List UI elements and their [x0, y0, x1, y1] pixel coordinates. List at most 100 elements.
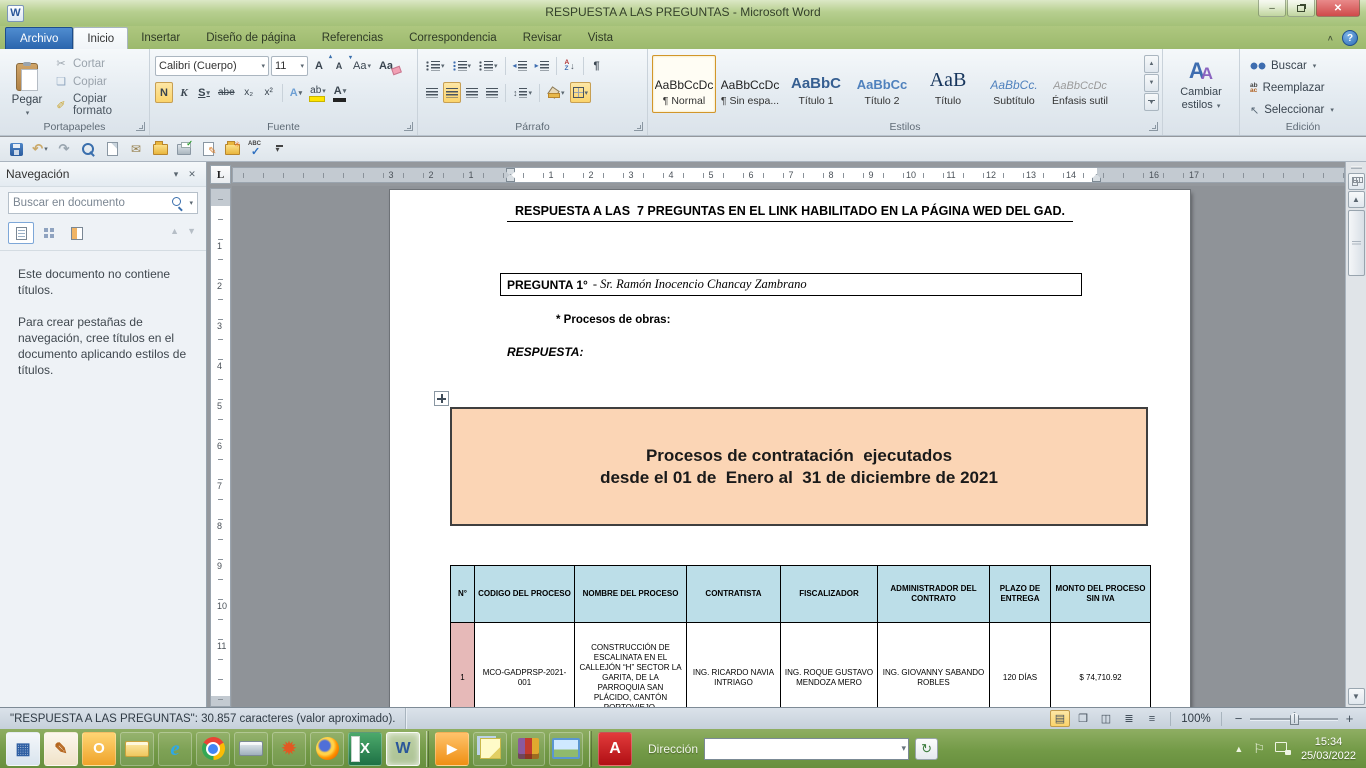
minimize-button[interactable]: – — [1258, 0, 1286, 17]
table-header-cell[interactable]: PLAZO DE ENTREGA — [990, 566, 1051, 623]
taskbar-outlook-button[interactable]: O — [82, 732, 116, 766]
align-center-button[interactable] — [443, 82, 461, 103]
print-preview-button[interactable] — [78, 140, 98, 159]
hidden-icons-chevron[interactable]: ▲ — [1234, 744, 1243, 754]
undo-button[interactable]: ↶▾ — [30, 140, 50, 159]
web-layout-view-button[interactable]: ◫ — [1096, 710, 1116, 727]
replace-button[interactable]: abac Reemplazar — [1250, 78, 1325, 98]
borders-button[interactable]: ▾ — [570, 82, 592, 103]
edit-button[interactable] — [198, 140, 218, 159]
table-header-cell[interactable]: N° — [451, 566, 475, 623]
table-cell-fiscalizador[interactable]: ING. ROQUE GUSTAVO MENDOZA MERO — [781, 623, 878, 708]
address-dropdown-icon[interactable]: ▾ — [901, 743, 906, 754]
next-result-icon[interactable]: ▼ — [187, 226, 196, 236]
tab-correspondencia[interactable]: Correspondencia — [396, 27, 510, 49]
taskbar-paint-button[interactable]: ✎ — [44, 732, 78, 766]
line-spacing-button[interactable]: ↕▾ — [510, 82, 535, 103]
navigation-pane-close-icon[interactable]: ✕ — [184, 166, 200, 182]
style--sin-espa-[interactable]: AaBbCcDc¶ Sin espa... — [718, 55, 782, 113]
address-input[interactable] — [705, 739, 908, 759]
cut-button[interactable]: ✂ Cortar — [54, 57, 149, 70]
table-header-cell[interactable]: CONTRATISTA — [687, 566, 781, 623]
table-cell-contratista[interactable]: ING. RICARDO NAVIA INTRIAGO — [687, 623, 781, 708]
multilevel-list-button[interactable]: ▾ — [476, 55, 501, 76]
taskbar-nero-burning-button[interactable]: ✹ — [272, 732, 306, 766]
format-painter-button[interactable]: ✐ Copiar formato — [54, 93, 149, 117]
contracts-banner[interactable]: Procesos de contratación ejecutados desd… — [450, 407, 1148, 526]
styles-scroll-up[interactable]: ▲ — [1144, 55, 1159, 73]
taskbar-winrar-button[interactable] — [511, 732, 545, 766]
style-título-1[interactable]: AaBbCTítulo 1 — [784, 55, 848, 113]
clipboard-dialog-launcher[interactable] — [136, 122, 145, 131]
nav-tab-pages[interactable] — [36, 222, 62, 244]
change-case-button[interactable]: Aa▾ — [350, 55, 374, 76]
close-button[interactable]: ✕ — [1316, 0, 1360, 17]
help-icon[interactable]: ? — [1342, 30, 1358, 46]
tab-referencias[interactable]: Referencias — [309, 27, 396, 49]
decrease-indent-button[interactable]: ◂ — [510, 55, 530, 76]
taskbar-media-player-button[interactable]: ▶ — [435, 732, 469, 766]
zoom-slider-thumb[interactable] — [1290, 712, 1299, 725]
zoom-level[interactable]: 100% — [1179, 713, 1213, 725]
font-name-combo[interactable]: Calibri (Cuerpo)▾ — [155, 56, 269, 76]
scroll-down-button[interactable]: ▼ — [1348, 688, 1365, 705]
taskbar-file-explorer-button[interactable] — [120, 732, 154, 766]
redo-button[interactable]: ↷ — [54, 140, 74, 159]
save-button[interactable] — [6, 140, 26, 159]
show-marks-button[interactable]: ¶ — [588, 55, 606, 76]
action-center-flag-icon[interactable]: ⚐ — [1253, 741, 1265, 757]
table-header-cell[interactable]: FISCALIZADOR — [781, 566, 878, 623]
taskbar-calculator-button[interactable]: ▦ — [6, 732, 40, 766]
font-color-button[interactable]: A▾ — [331, 82, 349, 103]
new-document-button[interactable] — [102, 140, 122, 159]
print-layout-view-button[interactable]: ▤ — [1050, 710, 1070, 727]
bold-button[interactable]: N — [155, 82, 173, 103]
subscript-button[interactable]: x₂ — [240, 82, 258, 103]
sort-button[interactable]: AZ ↓ — [561, 55, 579, 76]
previous-result-icon[interactable]: ▲ — [170, 226, 179, 236]
zoom-slider[interactable] — [1250, 710, 1338, 727]
table-header-cell[interactable]: MONTO DEL PROCESO SIN IVA — [1051, 566, 1151, 623]
change-styles-button[interactable]: AA Cambiar estilos ▾ — [1171, 54, 1231, 128]
justify-button[interactable] — [483, 82, 501, 103]
tab-archivo[interactable]: Archivo — [5, 27, 73, 49]
taskbar-word-button[interactable]: W — [386, 732, 420, 766]
network-icon[interactable] — [1275, 742, 1291, 755]
ruler-toggle-button[interactable] — [1348, 173, 1365, 190]
table-move-handle[interactable] — [434, 391, 449, 406]
numbering-button[interactable]: ▾ — [450, 55, 475, 76]
align-right-button[interactable] — [463, 82, 481, 103]
taskbar-firefox-button[interactable] — [310, 732, 344, 766]
strikethrough-button[interactable]: abe — [215, 82, 238, 103]
text-effects-button[interactable]: A▾ — [287, 82, 305, 103]
highlight-button[interactable]: ab▾ — [307, 82, 329, 103]
document-page[interactable]: RESPUESTA A LAS 7 PREGUNTAS EN EL LINK H… — [390, 190, 1190, 707]
style-énfasis-sutil[interactable]: AaBbCcDcÉnfasis sutil — [1048, 55, 1112, 113]
zoom-in-button[interactable]: + — [1341, 710, 1358, 727]
styles-dialog-launcher[interactable] — [1149, 122, 1158, 131]
style-subtítulo[interactable]: AaBbCc.Subtítulo — [982, 55, 1046, 113]
paste-button[interactable]: Pegar ▾ — [5, 54, 49, 126]
taskbar-sticky-notes-button[interactable] — [473, 732, 507, 766]
taskbar-internet-explorer-button[interactable]: e — [158, 732, 192, 766]
table-cell-administrador[interactable]: ING. GIOVANNY SABANDO ROBLES — [878, 623, 990, 708]
tab-insertar[interactable]: Insertar — [128, 27, 193, 49]
spelling-button[interactable] — [246, 140, 266, 159]
taskbar-excel-button[interactable]: X — [348, 732, 382, 766]
clear-formatting-button[interactable]: Aa — [376, 55, 396, 76]
styles-scroll-down[interactable]: ▼ — [1144, 74, 1159, 92]
table-header-cell[interactable]: ADMINIS­TRADOR DEL CONTRATO — [878, 566, 990, 623]
scroll-up-button[interactable]: ▲ — [1348, 191, 1365, 208]
tab-selector[interactable]: L — [210, 165, 231, 184]
search-options-icon[interactable]: ▾ — [189, 199, 193, 207]
minimize-ribbon-icon[interactable]: ∧ — [1327, 34, 1334, 43]
fullscreen-reading-view-button[interactable]: ❐ — [1073, 710, 1093, 727]
table-cell-nombre[interactable]: CONSTRUCCIÓN DE ESCALINATA EN EL CALLEJÓ… — [575, 623, 687, 708]
taskbar-scanner-button[interactable] — [234, 732, 268, 766]
vertical-scrollbar[interactable]: ▲ ▼ — [1345, 162, 1366, 707]
table-cell-plazo[interactable]: 120 DÍAS — [990, 623, 1051, 708]
zoom-out-button[interactable]: − — [1230, 710, 1247, 727]
refresh-button[interactable]: ↻ — [915, 738, 938, 760]
draft-view-button[interactable]: ≡ — [1142, 710, 1162, 727]
quick-print-button[interactable] — [174, 140, 194, 159]
